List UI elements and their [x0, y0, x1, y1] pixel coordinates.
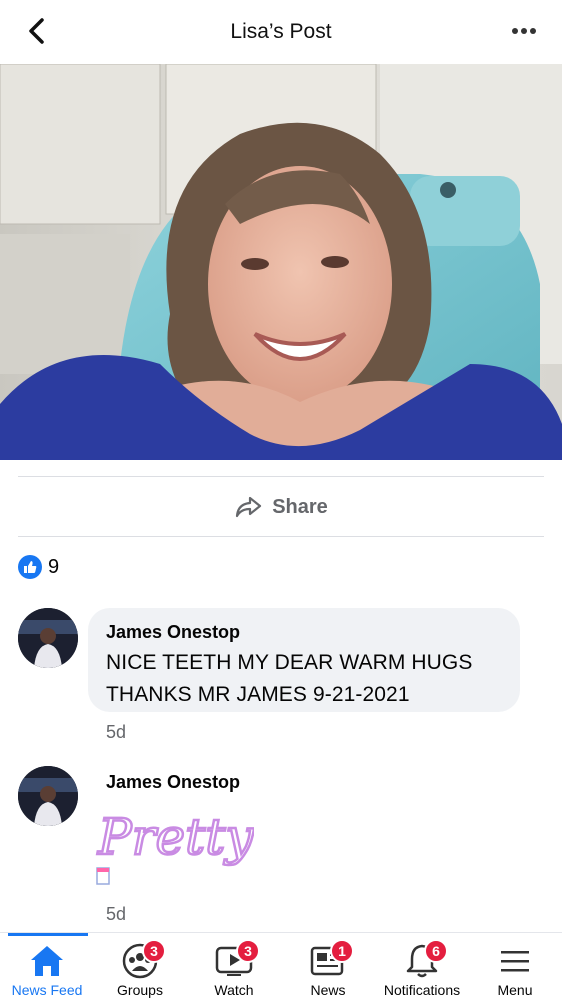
tab-notifications[interactable]: 6 Notifications — [375, 933, 469, 1000]
bell-icon: 6 — [402, 939, 448, 981]
tab-label: News — [310, 982, 346, 998]
commenter-avatar[interactable] — [18, 766, 78, 826]
post-photo[interactable] — [0, 64, 562, 460]
tab-news-feed[interactable]: News Feed — [0, 933, 94, 1000]
share-icon — [236, 496, 262, 518]
photo-illustration — [0, 64, 562, 460]
tab-label: Groups — [117, 982, 163, 998]
groups-icon: 3 — [120, 939, 166, 981]
comment-line: THANKS MR JAMES 9-21-2021 — [106, 683, 410, 706]
tab-label: Notifications — [383, 982, 461, 998]
hamburger-menu-icon — [495, 941, 535, 981]
post-screen: Lisa’s Post Share 9 James Onestop NICE T… — [0, 0, 562, 1000]
divider — [18, 476, 544, 477]
page-title: Lisa’s Post — [230, 20, 332, 43]
chevron-left-icon — [29, 18, 44, 44]
tab-label: News Feed — [11, 982, 83, 998]
news-icon: 1 — [308, 939, 354, 981]
header-bar: Lisa’s Post — [0, 0, 562, 64]
comment-bubble[interactable]: James Onestop NICE TEETH MY DEAR WARM HU… — [88, 608, 520, 712]
tab-news[interactable]: 1 News — [281, 933, 375, 1000]
more-dots-icon — [512, 28, 536, 34]
notification-badge: 3 — [142, 939, 166, 963]
tab-label: Watch — [214, 982, 254, 998]
tab-groups[interactable]: 3 Groups — [93, 933, 187, 1000]
reaction-count: 9 — [48, 555, 60, 578]
share-label: Share — [272, 495, 328, 518]
reaction-summary[interactable]: 9 — [18, 554, 59, 580]
notification-badge: 3 — [236, 939, 260, 963]
home-icon — [27, 941, 67, 981]
comment-author[interactable]: James Onestop — [106, 622, 502, 643]
notification-badge: 6 — [424, 939, 448, 963]
divider — [18, 536, 544, 537]
comment-text: NICE TEETH MY DEAR WARM HUGS THANKS MR J… — [106, 647, 502, 711]
back-button[interactable] — [22, 16, 52, 46]
comment-timestamp[interactable]: 5d — [106, 904, 126, 925]
share-button[interactable]: Share — [0, 478, 562, 536]
more-options-button[interactable] — [508, 18, 540, 44]
bottom-tab-bar: News Feed 3 Groups 3 Watch 1 News 6 Noti… — [0, 932, 562, 1000]
like-icon — [18, 555, 42, 579]
tab-watch[interactable]: 3 Watch — [187, 933, 281, 1000]
watch-icon: 3 — [214, 939, 260, 981]
commenter-avatar[interactable] — [18, 608, 78, 668]
pretty-sticker[interactable]: Pretty — [94, 796, 256, 892]
notification-badge: 1 — [330, 939, 354, 963]
tab-label: Menu — [497, 982, 533, 998]
comment-line: NICE TEETH MY DEAR WARM HUGS — [106, 651, 473, 674]
sticker-text: Pretty — [97, 808, 254, 866]
tab-menu[interactable]: Menu — [468, 933, 562, 1000]
comment-author[interactable]: James Onestop — [106, 772, 240, 793]
comment-timestamp[interactable]: 5d — [106, 722, 126, 743]
